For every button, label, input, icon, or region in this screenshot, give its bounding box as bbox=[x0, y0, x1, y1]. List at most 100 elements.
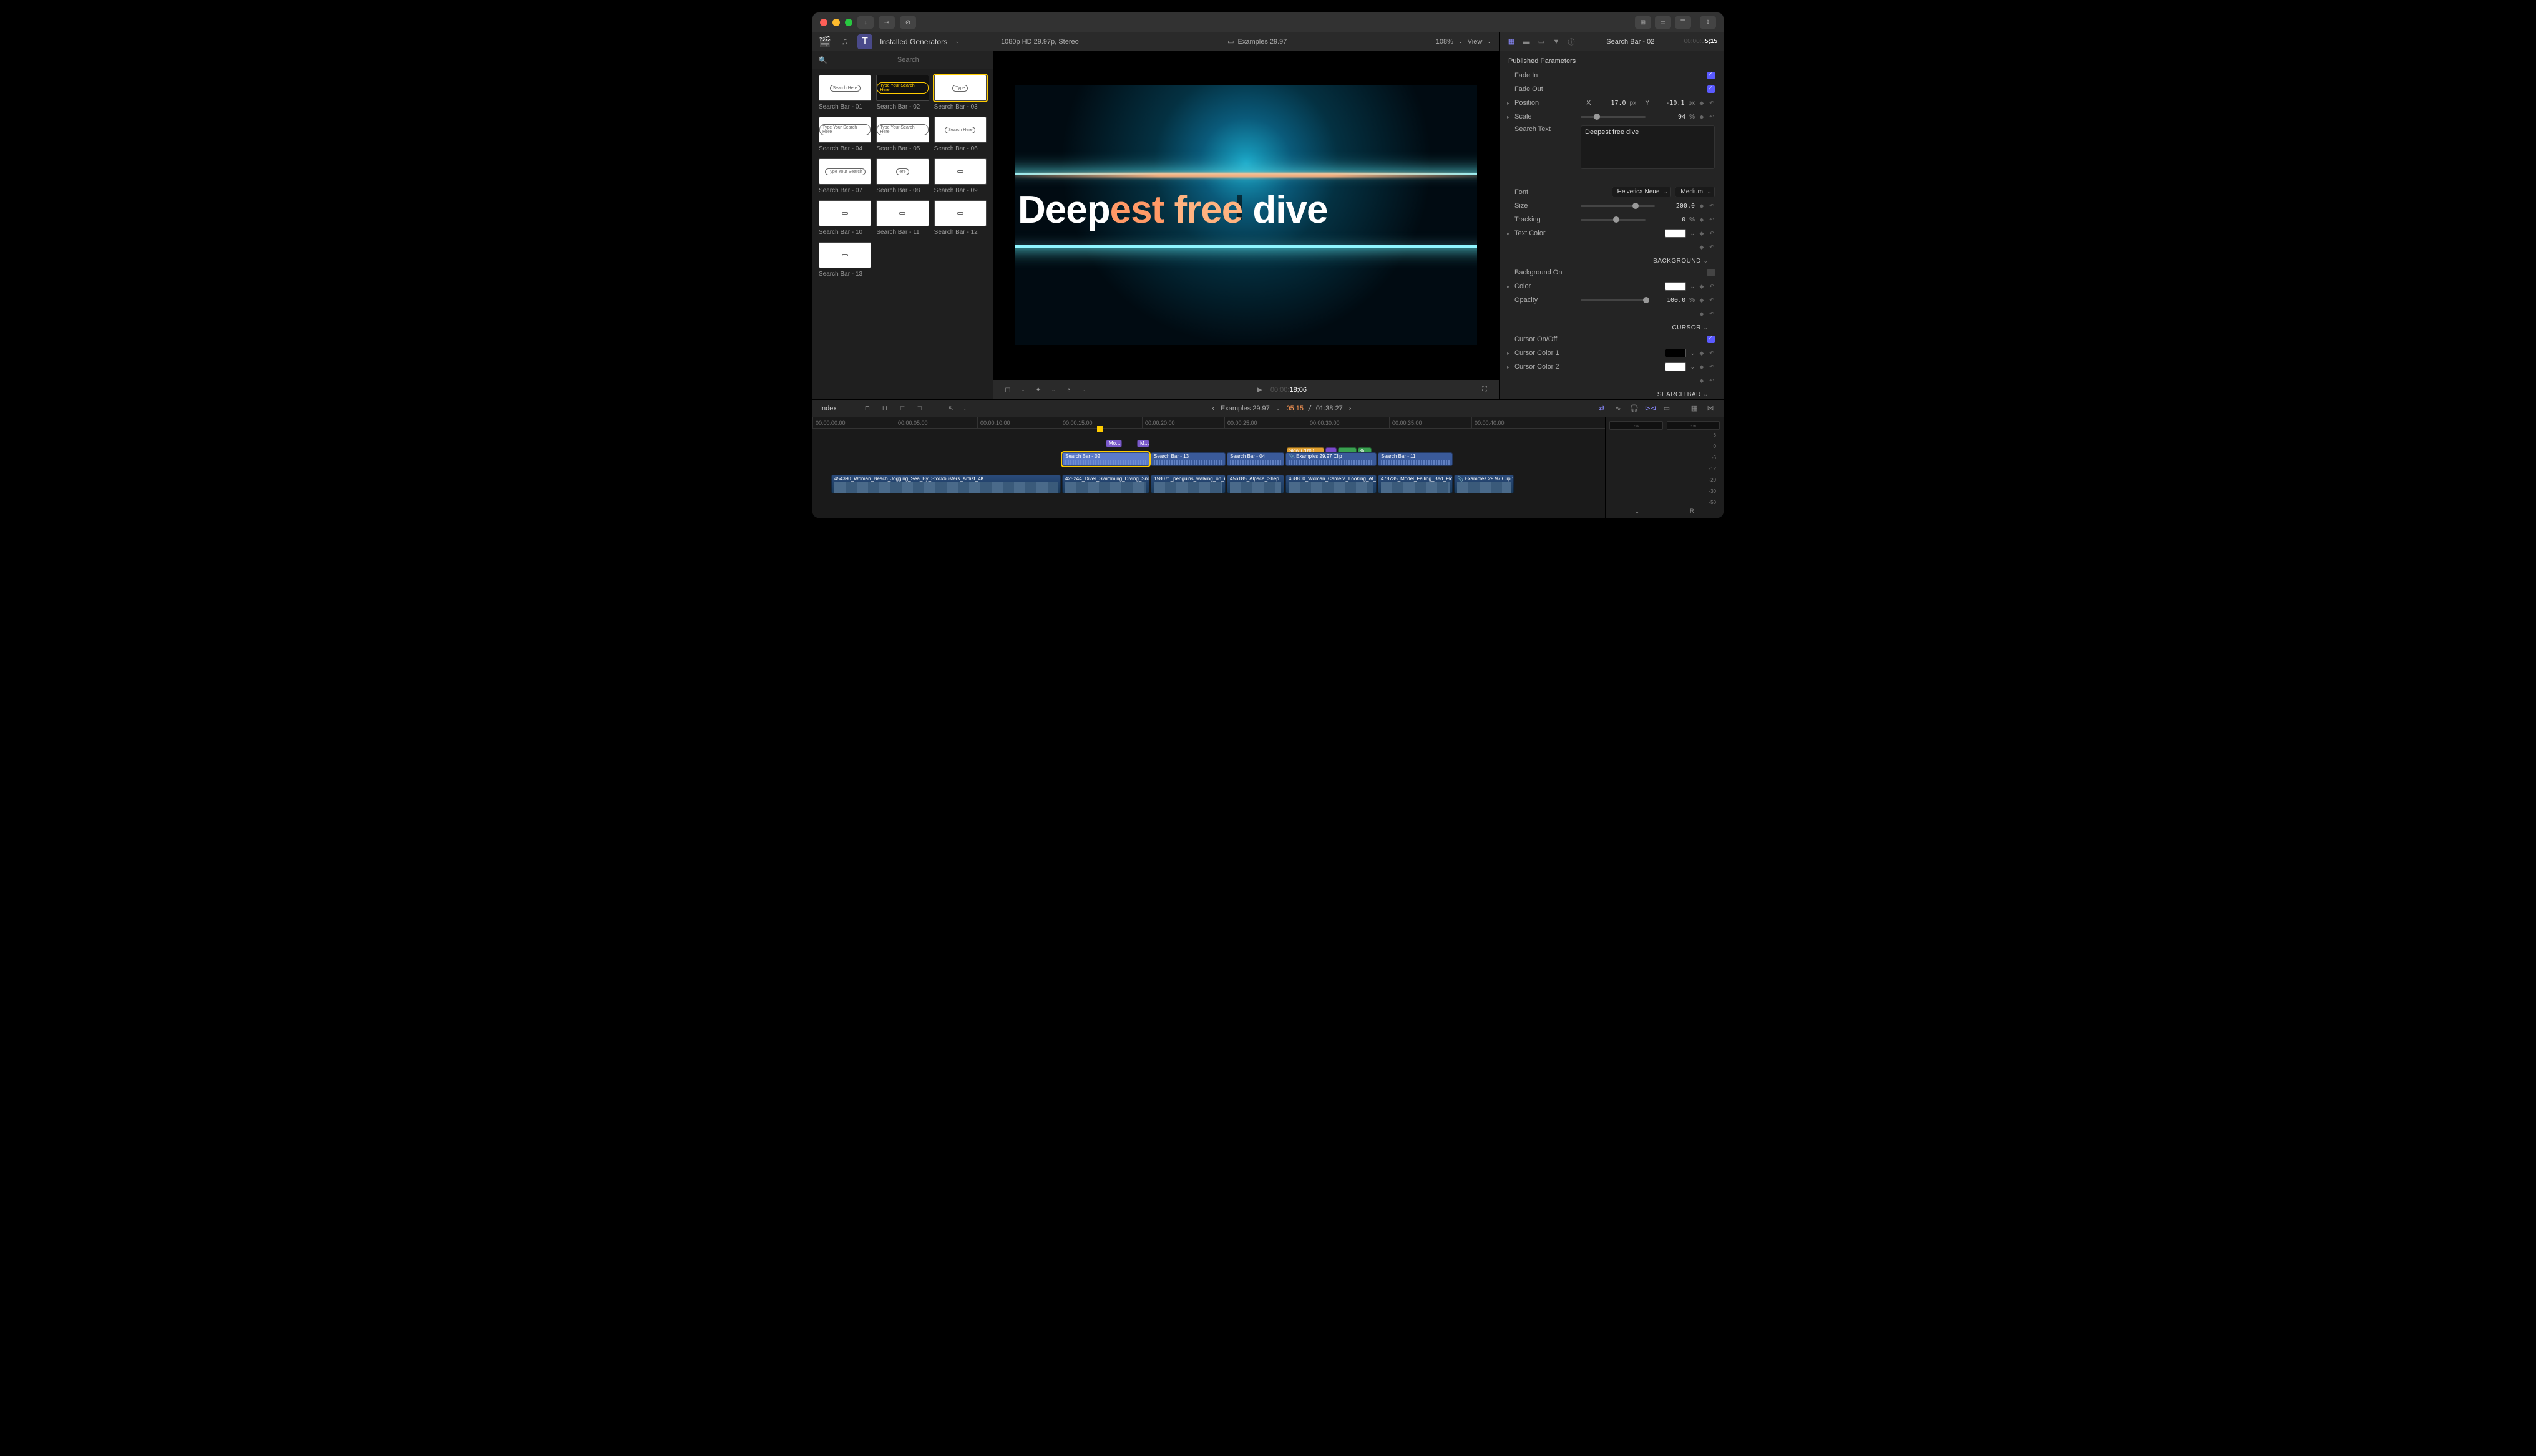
fade-out-checkbox[interactable] bbox=[1707, 85, 1715, 93]
position-y-field[interactable]: -10.1 bbox=[1653, 100, 1684, 107]
generator-item[interactable]: TypeSearch Bar - 03 bbox=[934, 75, 987, 110]
play-icon[interactable]: ▶ bbox=[1257, 386, 1262, 394]
cursor-on-checkbox[interactable] bbox=[1707, 336, 1715, 343]
zoom-value[interactable]: 108% bbox=[1436, 38, 1453, 46]
tracking-slider[interactable] bbox=[1581, 219, 1646, 221]
layout-timeline-button[interactable]: ▭ bbox=[1655, 16, 1671, 29]
maximize-window[interactable] bbox=[845, 19, 852, 26]
video-clip[interactable]: 425244_Diver_Swimming_Diving_Sno… bbox=[1062, 475, 1149, 493]
generator-item[interactable]: Search Bar - 09 bbox=[934, 158, 987, 194]
minimize-window[interactable] bbox=[832, 19, 840, 26]
view-menu[interactable]: View bbox=[1468, 38, 1483, 46]
marker-clip[interactable]: M… bbox=[1137, 440, 1149, 447]
search-text-field[interactable]: Deepest free dive bbox=[1581, 125, 1715, 169]
cursor-color1-swatch[interactable] bbox=[1665, 349, 1686, 357]
marker-clip[interactable]: Mo… bbox=[1106, 440, 1122, 447]
generator-item[interactable]: Type Your Search HereSearch Bar - 02 bbox=[876, 75, 929, 110]
timeline-options[interactable]: ⋈ bbox=[1705, 404, 1716, 413]
video-clip[interactable]: 478735_Model_Falling_Bed_Flowi… bbox=[1378, 475, 1453, 493]
scale-slider[interactable] bbox=[1581, 116, 1646, 118]
keyframe-icon[interactable]: ◆ bbox=[1699, 100, 1705, 107]
generator-item[interactable]: Search Bar - 10 bbox=[819, 200, 871, 236]
video-clip[interactable]: 📎 Examples 29.97 Clip 1 bbox=[1454, 475, 1514, 493]
generator-item[interactable]: Search Bar - 12 bbox=[934, 200, 987, 236]
video-clip[interactable]: 158071_penguins_walking_on_ice… bbox=[1151, 475, 1226, 493]
info-inspector-tab[interactable]: ▭ bbox=[1536, 36, 1547, 47]
video-inspector-tab[interactable]: ▬ bbox=[1521, 36, 1532, 47]
background-section-header[interactable]: BACKGROUND bbox=[1500, 254, 1724, 266]
size-field[interactable]: 200.0 bbox=[1664, 203, 1695, 210]
viewer-canvas[interactable]: Deepest free dive bbox=[993, 51, 1499, 379]
skimming-toggle[interactable]: ⇄ bbox=[1596, 404, 1607, 413]
video-clip[interactable]: 468800_Woman_Camera_Looking_At_Camer… bbox=[1285, 475, 1377, 493]
import-button[interactable]: ↓ bbox=[857, 16, 874, 29]
background-on-checkbox[interactable] bbox=[1707, 269, 1715, 276]
arrow-tool[interactable]: ↖ bbox=[945, 404, 957, 413]
layout-browser-button[interactable]: ⊞ bbox=[1635, 16, 1651, 29]
opacity-field[interactable]: 100.0 bbox=[1654, 297, 1685, 304]
generator-item[interactable]: ereSearch Bar - 08 bbox=[876, 158, 929, 194]
title-clip[interactable]: Search Bar - 11 bbox=[1378, 452, 1453, 466]
share-button[interactable]: ⇪ bbox=[1700, 16, 1716, 29]
bg-color-swatch[interactable] bbox=[1665, 282, 1686, 291]
cursor-section-header[interactable]: CURSOR bbox=[1500, 321, 1724, 332]
text-color-swatch[interactable] bbox=[1665, 229, 1686, 238]
fullscreen-button[interactable]: ⛶ bbox=[1478, 384, 1491, 396]
font-weight-dropdown[interactable]: Medium bbox=[1675, 187, 1715, 197]
title-clip[interactable]: Search Bar - 04 bbox=[1227, 452, 1284, 466]
insert-tool[interactable]: ⊔ bbox=[879, 404, 890, 413]
nav-next[interactable]: › bbox=[1349, 405, 1352, 412]
search-input[interactable] bbox=[830, 56, 987, 64]
title-clip[interactable]: Search Bar - 02 bbox=[1062, 452, 1149, 466]
keyword-button[interactable]: ⊸ bbox=[879, 16, 895, 29]
title-clip[interactable]: Search Bar - 13 bbox=[1151, 452, 1226, 466]
connect-tool[interactable]: ⊓ bbox=[862, 404, 873, 413]
size-slider[interactable] bbox=[1581, 205, 1655, 207]
reset-icon[interactable]: ↶ bbox=[1709, 100, 1715, 107]
generator-item[interactable]: Search Bar - 11 bbox=[876, 200, 929, 236]
scale-field[interactable]: 94 bbox=[1654, 114, 1685, 120]
searchbar-section-header[interactable]: SEARCH BAR bbox=[1500, 387, 1724, 399]
overwrite-tool[interactable]: ⊐ bbox=[914, 404, 925, 413]
position-x-field[interactable]: 17.0 bbox=[1595, 100, 1626, 107]
generator-item[interactable]: Search HereSearch Bar - 01 bbox=[819, 75, 871, 110]
generator-inspector-tab[interactable]: ▦ bbox=[1506, 36, 1517, 47]
timeline-ruler[interactable]: 00:00:00:0000:00:05:0000:00:10:0000:00:1… bbox=[812, 417, 1605, 429]
close-window[interactable] bbox=[820, 19, 827, 26]
background-tasks-button[interactable]: ⊘ bbox=[900, 16, 916, 29]
enhance-tool[interactable]: ✦ bbox=[1031, 384, 1045, 396]
video-clip[interactable]: 454390_Woman_Beach_Jogging_Sea_By_Stockb… bbox=[831, 475, 1061, 493]
tracking-field[interactable]: 0 bbox=[1654, 216, 1685, 223]
generator-item[interactable]: Type Your SearchSearch Bar - 07 bbox=[819, 158, 871, 194]
retime-tool[interactable]: ◔ bbox=[1061, 384, 1075, 396]
generator-item[interactable]: Type Your Search HereSearch Bar - 04 bbox=[819, 117, 871, 152]
chevron-down-icon[interactable]: ⌄ bbox=[1276, 405, 1280, 411]
video-clip[interactable]: 456185_Alpaca_Shep… bbox=[1227, 475, 1284, 493]
nav-prev[interactable]: ‹ bbox=[1212, 405, 1214, 412]
metadata-inspector-tab[interactable]: ⓘ bbox=[1566, 36, 1577, 47]
timeline-save[interactable]: ▭ bbox=[1661, 404, 1672, 413]
clip-appearance[interactable]: ▦ bbox=[1689, 404, 1700, 413]
share-inspector-tab[interactable]: ▼ bbox=[1551, 36, 1562, 47]
snapping-toggle[interactable]: ⊳⊲ bbox=[1645, 404, 1656, 413]
timeline-tracks-area[interactable]: 00:00:00:0000:00:05:0000:00:10:0000:00:1… bbox=[812, 417, 1605, 518]
media-tab[interactable]: 🎬 bbox=[817, 34, 832, 49]
layout-inspector-button[interactable]: ☰ bbox=[1675, 16, 1691, 29]
cursor-color2-swatch[interactable] bbox=[1665, 362, 1686, 371]
generator-item[interactable]: Search HereSearch Bar - 06 bbox=[934, 117, 987, 152]
solo-toggle[interactable]: 🎧 bbox=[1629, 404, 1640, 413]
generator-item[interactable]: Search Bar - 13 bbox=[819, 242, 871, 278]
font-family-dropdown[interactable]: Helvetica Neue bbox=[1612, 187, 1672, 197]
append-tool[interactable]: ⊏ bbox=[897, 404, 908, 413]
transform-tool[interactable]: ◻ bbox=[1001, 384, 1015, 396]
opacity-slider[interactable] bbox=[1581, 299, 1646, 301]
fade-in-checkbox[interactable] bbox=[1707, 72, 1715, 79]
titles-generators-tab[interactable]: T bbox=[857, 34, 872, 49]
index-button[interactable]: Index bbox=[820, 405, 837, 412]
chevron-down-icon[interactable]: ⌄ bbox=[1690, 230, 1695, 237]
title-clip[interactable]: 📎 Examples 29.97 Clip bbox=[1285, 452, 1377, 466]
browser-dropdown-icon[interactable]: ⌄ bbox=[955, 38, 960, 45]
audio-skimming-toggle[interactable]: ∿ bbox=[1612, 404, 1624, 413]
generator-item[interactable]: Type Your Search HereSearch Bar - 05 bbox=[876, 117, 929, 152]
audio-tab[interactable]: ♫ bbox=[837, 34, 852, 49]
